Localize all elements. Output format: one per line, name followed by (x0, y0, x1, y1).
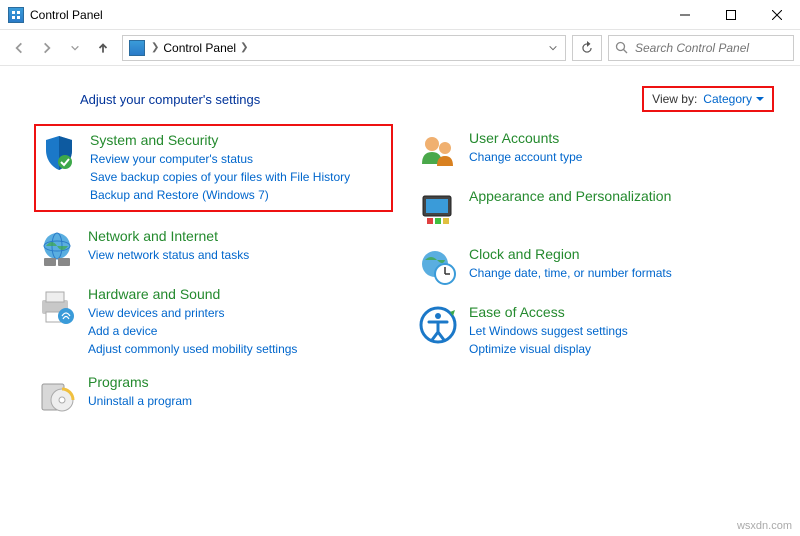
view-by-value: Category (703, 92, 752, 106)
category-title[interactable]: Clock and Region (469, 246, 774, 262)
window-title: Control Panel (30, 8, 662, 22)
user-accounts-icon (417, 130, 459, 172)
titlebar: Control Panel (0, 0, 800, 30)
category-title[interactable]: System and Security (90, 132, 385, 148)
address-bar[interactable]: ❯ Control Panel ❯ (122, 35, 566, 61)
globe-network-icon (36, 228, 78, 270)
address-control-panel-icon (129, 40, 145, 56)
category-hardware-sound: Hardware and Sound View devices and prin… (36, 286, 393, 358)
category-user-accounts: User Accounts Change account type (417, 130, 774, 172)
search-input[interactable] (635, 41, 787, 55)
disc-box-icon (36, 374, 78, 416)
category-title[interactable]: Ease of Access (469, 304, 774, 320)
category-title[interactable]: Appearance and Personalization (469, 188, 774, 204)
printer-hardware-icon (36, 286, 78, 328)
maximize-button[interactable] (708, 0, 754, 30)
category-programs: Programs Uninstall a program (36, 374, 393, 416)
category-clock-region: Clock and Region Change date, time, or n… (417, 246, 774, 288)
category-link[interactable]: View network status and tasks (88, 246, 393, 264)
category-link[interactable]: View devices and printers (88, 304, 393, 322)
address-history-dropdown[interactable] (543, 43, 563, 53)
category-link[interactable]: Change date, time, or number formats (469, 264, 774, 282)
category-link[interactable]: Adjust commonly used mobility settings (88, 340, 393, 358)
chevron-right-icon[interactable]: ❯ (151, 42, 159, 53)
category-network-internet: Network and Internet View network status… (36, 228, 393, 270)
search-box[interactable] (608, 35, 794, 61)
category-link[interactable]: Backup and Restore (Windows 7) (90, 186, 385, 204)
clock-globe-icon (417, 246, 459, 288)
refresh-button[interactable] (572, 35, 602, 61)
ease-of-access-icon (417, 304, 459, 346)
back-button[interactable] (6, 35, 32, 61)
view-by-control: View by: Category (642, 86, 774, 112)
forward-button[interactable] (34, 35, 60, 61)
category-link[interactable]: Review your computer's status (90, 150, 385, 168)
close-button[interactable] (754, 0, 800, 30)
chevron-down-icon (756, 95, 764, 103)
category-link[interactable]: Save backup copies of your files with Fi… (90, 168, 385, 186)
content-area: Adjust your computer's settings View by:… (0, 66, 800, 536)
view-by-label: View by: (652, 92, 697, 106)
category-system-security: System and Security Review your computer… (34, 124, 393, 212)
category-ease-of-access: Ease of Access Let Windows suggest setti… (417, 304, 774, 358)
shield-icon (38, 132, 80, 174)
page-title: Adjust your computer's settings (80, 92, 642, 107)
view-by-dropdown[interactable]: Category (703, 92, 764, 106)
minimize-button[interactable] (662, 0, 708, 30)
category-appearance-personalization: Appearance and Personalization (417, 188, 774, 230)
chevron-right-icon[interactable]: ❯ (240, 42, 248, 53)
left-column: System and Security Review your computer… (36, 130, 393, 432)
category-link[interactable]: Let Windows suggest settings (469, 322, 774, 340)
up-button[interactable] (90, 35, 116, 61)
breadcrumb-root[interactable]: Control Panel (161, 41, 238, 55)
category-link[interactable]: Uninstall a program (88, 392, 393, 410)
category-title[interactable]: Programs (88, 374, 393, 390)
category-title[interactable]: Hardware and Sound (88, 286, 393, 302)
category-title[interactable]: Network and Internet (88, 228, 393, 244)
category-link[interactable]: Change account type (469, 148, 774, 166)
search-icon (615, 41, 629, 55)
navbar: ❯ Control Panel ❯ (0, 30, 800, 66)
watermark: wsxdn.com (737, 520, 792, 532)
appearance-icon (417, 188, 459, 230)
right-column: User Accounts Change account type Appear… (417, 130, 774, 432)
control-panel-icon (8, 7, 24, 23)
category-title[interactable]: User Accounts (469, 130, 774, 146)
recent-locations-button[interactable] (62, 35, 88, 61)
category-link[interactable]: Add a device (88, 322, 393, 340)
category-link[interactable]: Optimize visual display (469, 340, 774, 358)
